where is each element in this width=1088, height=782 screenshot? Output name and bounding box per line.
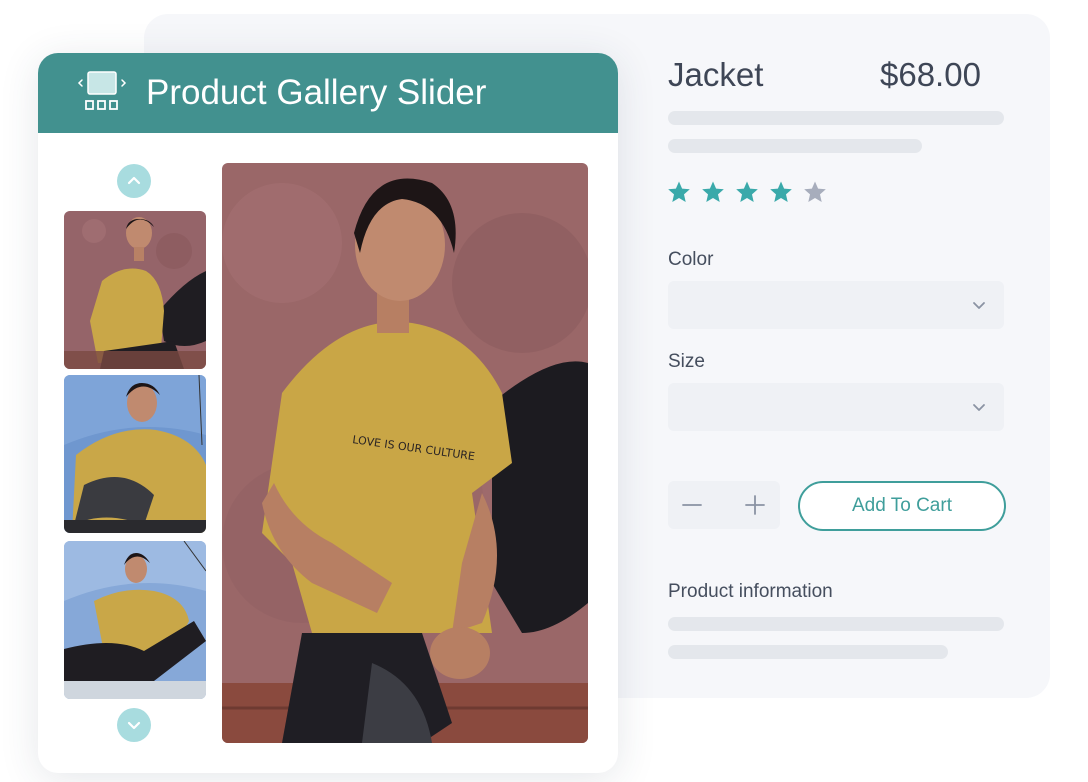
gallery-card: Product Gallery Slider LOVE IS OUR CULTU… xyxy=(38,53,618,773)
add-to-cart-button[interactable]: Add To Cart xyxy=(798,481,1006,531)
chevron-down-icon xyxy=(127,721,141,730)
color-label: Color xyxy=(668,249,714,270)
thumbnails-up-button[interactable] xyxy=(117,164,151,198)
thumbnail-1[interactable] xyxy=(64,211,206,369)
gallery-title: Product Gallery Slider xyxy=(146,73,487,112)
thumbnail-2[interactable] xyxy=(64,375,206,533)
size-label: Size xyxy=(668,351,705,372)
skeleton-line xyxy=(668,111,1004,125)
product-photo xyxy=(64,211,206,369)
chevron-down-icon xyxy=(973,302,985,309)
size-select[interactable] xyxy=(668,383,1004,431)
rating-stars xyxy=(667,180,827,204)
color-select[interactable] xyxy=(668,281,1004,329)
product-photo xyxy=(64,541,206,699)
star-icon xyxy=(736,181,758,202)
product-info-label: Product information xyxy=(668,581,833,602)
skeleton-line xyxy=(668,645,948,659)
skeleton-line xyxy=(668,139,922,153)
star-icon xyxy=(702,181,724,202)
gallery-header: Product Gallery Slider xyxy=(38,53,618,133)
minus-icon[interactable] xyxy=(678,491,706,519)
thumbnails-down-button[interactable] xyxy=(117,708,151,742)
main-product-image: LOVE IS OUR CULTURE xyxy=(222,163,588,743)
gallery-slider-icon xyxy=(77,71,127,110)
product-photo: LOVE IS OUR CULTURE xyxy=(222,163,588,743)
star-icon xyxy=(804,181,826,202)
product-photo xyxy=(64,375,206,533)
star-icon xyxy=(668,181,690,202)
skeleton-line xyxy=(668,617,1004,631)
star-icon xyxy=(770,181,792,202)
chevron-up-icon xyxy=(127,176,141,185)
product-title: Jacket xyxy=(668,56,764,93)
plus-icon[interactable] xyxy=(741,491,769,519)
quantity-stepper[interactable] xyxy=(668,481,780,529)
chevron-down-icon xyxy=(973,404,985,411)
product-price: $68.00 xyxy=(880,56,981,93)
thumbnail-3[interactable] xyxy=(64,541,206,699)
